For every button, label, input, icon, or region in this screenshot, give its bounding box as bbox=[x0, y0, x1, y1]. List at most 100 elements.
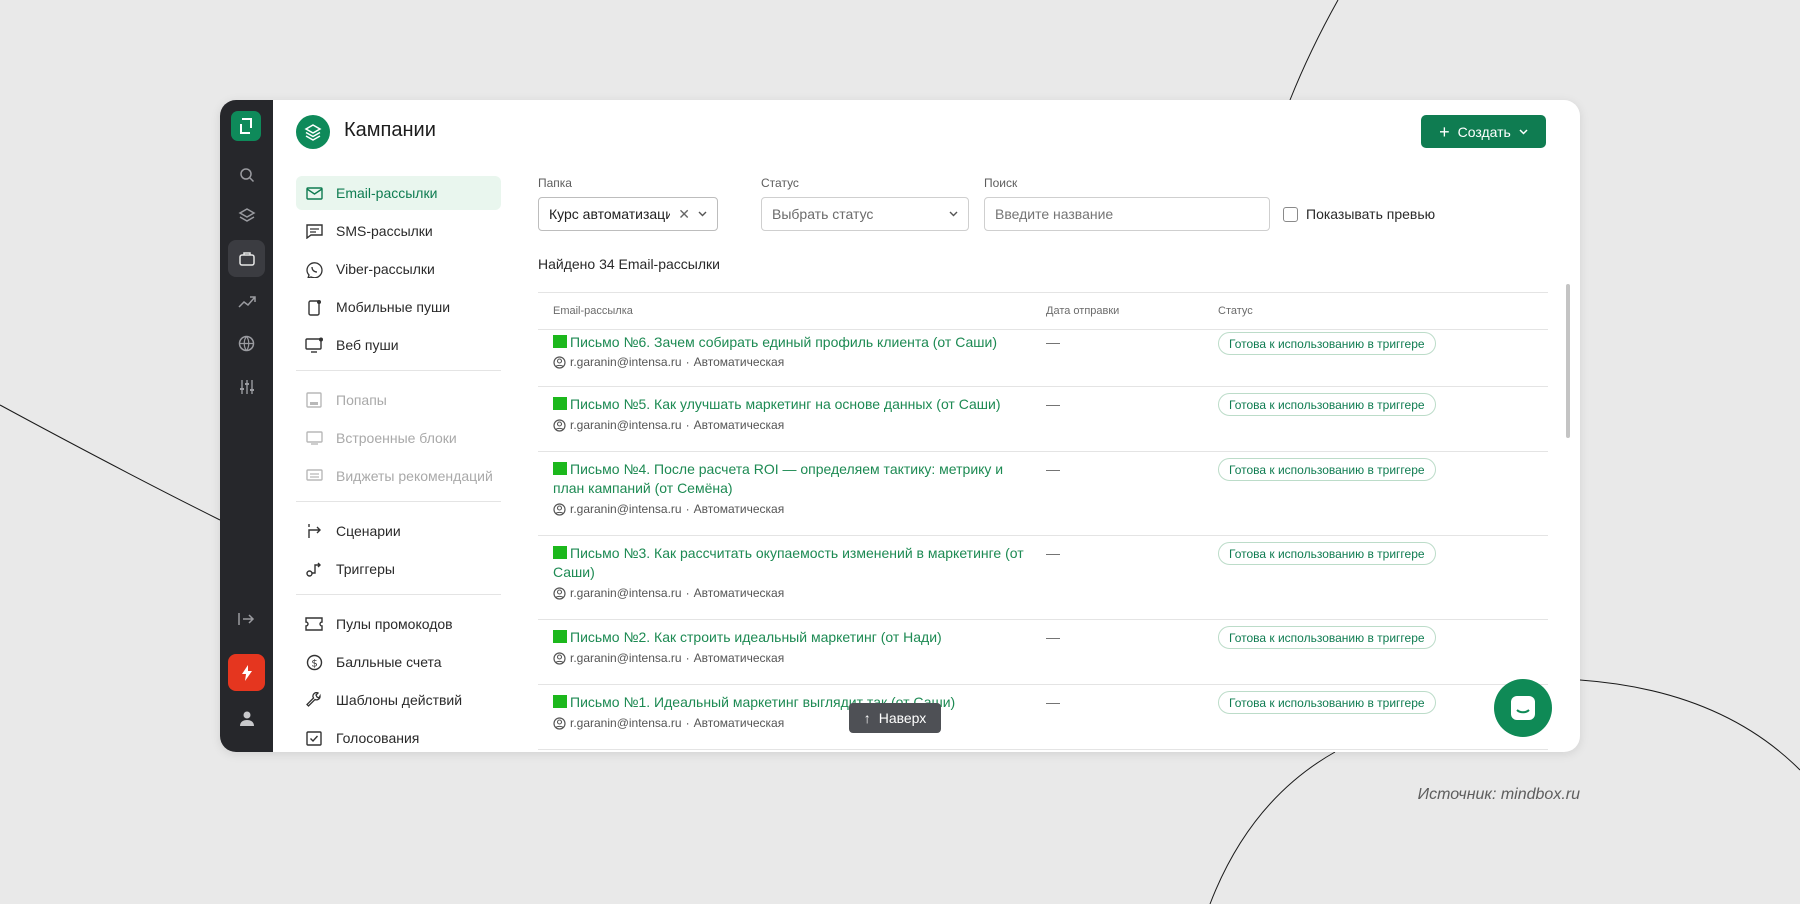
table-row[interactable]: Письмо №4. После расчета ROI — определяе… bbox=[538, 452, 1548, 536]
table-row[interactable]: Письмо №6. Зачем собирать единый профиль… bbox=[538, 330, 1548, 387]
plus-icon: + bbox=[1439, 121, 1450, 142]
nav-item-email[interactable]: Email-рассылки bbox=[296, 176, 501, 210]
page-title: Кампании bbox=[344, 119, 436, 141]
layers-icon[interactable] bbox=[228, 197, 265, 234]
popup-icon bbox=[304, 390, 324, 410]
email-title-link[interactable]: Письмо №2. Как строить идеальный маркети… bbox=[553, 628, 1033, 647]
nav-item-point-accounts[interactable]: $ Балльные счета bbox=[296, 645, 501, 679]
email-meta: r.garanin@intensa.ru · Автоматическая bbox=[553, 502, 784, 516]
email-title-link[interactable]: Письмо №5. Как улучшать маркетинг на осн… bbox=[553, 395, 1033, 414]
nav-divider bbox=[296, 594, 501, 595]
chevron-down-icon bbox=[1519, 128, 1528, 135]
nav-item-label: Попапы bbox=[336, 392, 387, 408]
search-icon[interactable] bbox=[228, 156, 265, 193]
nav-item-scenarios[interactable]: Сценарии bbox=[296, 514, 501, 548]
status-badge: Готова к использованию в триггере bbox=[1218, 332, 1436, 355]
email-type: Автоматическая bbox=[693, 716, 785, 730]
chat-button[interactable] bbox=[1494, 679, 1552, 737]
column-header-email: Email-рассылка bbox=[553, 305, 633, 317]
email-author: r.garanin@intensa.ru bbox=[570, 418, 682, 432]
folder-select-value: Курс автоматизаци... bbox=[549, 206, 671, 222]
column-header-date: Дата отправки bbox=[1046, 305, 1120, 317]
campaigns-badge-icon bbox=[296, 115, 330, 149]
nav-item-label: Мобильные пуши bbox=[336, 299, 451, 315]
email-type: Автоматическая bbox=[693, 502, 785, 516]
status-square-icon bbox=[553, 630, 567, 643]
nav-item-mobile-push[interactable]: Мобильные пуши bbox=[296, 290, 501, 324]
nav-item-promo-pools[interactable]: Пулы промокодов bbox=[296, 607, 501, 641]
nav-item-label: Веб пуши bbox=[336, 337, 399, 353]
user-circle-icon bbox=[553, 586, 566, 600]
app-logo[interactable] bbox=[231, 111, 261, 141]
svg-text:$: $ bbox=[311, 658, 317, 669]
send-date: — bbox=[1046, 629, 1060, 645]
email-title: Письмо №4. После расчета ROI — определяе… bbox=[553, 461, 1004, 496]
send-date: — bbox=[1046, 396, 1060, 412]
nav-item-action-templates[interactable]: Шаблоны действий bbox=[296, 683, 501, 717]
nav-item-web-push[interactable]: Веб пуши bbox=[296, 328, 501, 362]
meta-separator: · bbox=[685, 418, 690, 432]
back-to-top-button[interactable]: ↑ Наверх bbox=[849, 703, 941, 733]
table-row[interactable]: Письмо №5. Как улучшать маркетинг на осн… bbox=[538, 387, 1548, 452]
nav-item-label: Шаблоны действий bbox=[336, 692, 463, 708]
status-select[interactable]: Выбрать статус bbox=[761, 197, 969, 231]
email-title-link[interactable]: Письмо №4. После расчета ROI — определяе… bbox=[553, 460, 1033, 498]
nav-item-label: Виджеты рекомендаций bbox=[336, 468, 493, 484]
column-header-status: Статус bbox=[1218, 305, 1253, 317]
email-title-link[interactable]: Письмо №3. Как рассчитать окупаемость из… bbox=[553, 544, 1033, 582]
briefcase-icon[interactable] bbox=[228, 240, 265, 277]
bolt-icon[interactable] bbox=[228, 654, 265, 691]
meta-separator: · bbox=[685, 586, 690, 600]
preview-checkbox[interactable] bbox=[1283, 207, 1298, 222]
nav-item-label: Сценарии bbox=[336, 523, 401, 539]
trend-icon[interactable] bbox=[228, 283, 265, 320]
source-caption: Источник: mindbox.ru bbox=[1417, 786, 1580, 803]
email-title-link[interactable]: Письмо №1. Идеальный маркетинг выглядит … bbox=[553, 693, 1033, 712]
search-input[interactable] bbox=[984, 197, 1270, 231]
email-title-link[interactable]: Письмо №6. Зачем собирать единый профиль… bbox=[553, 333, 1033, 352]
user-icon[interactable] bbox=[228, 699, 265, 736]
nav-item-votes[interactable]: Голосования bbox=[296, 721, 501, 752]
folder-select[interactable]: Курс автоматизаци... ✕ bbox=[538, 197, 718, 231]
embedded-icon bbox=[304, 428, 324, 448]
nav-item-sms[interactable]: SMS-рассылки bbox=[296, 214, 501, 248]
table-row[interactable]: Письмо №2. Как строить идеальный маркети… bbox=[538, 620, 1548, 685]
email-meta: r.garanin@intensa.ru · Автоматическая bbox=[553, 716, 784, 730]
create-button-label: Создать bbox=[1457, 123, 1511, 140]
nav-item-popups: Попапы bbox=[296, 383, 501, 417]
email-author: r.garanin@intensa.ru bbox=[570, 355, 682, 369]
status-badge: Готова к использованию в триггере bbox=[1218, 691, 1436, 714]
email-author: r.garanin@intensa.ru bbox=[570, 651, 682, 665]
status-square-icon bbox=[553, 462, 567, 475]
email-type: Автоматическая bbox=[693, 355, 785, 369]
section-nav: Email-рассылки SMS-рассылки Viber-рассыл… bbox=[296, 176, 501, 752]
scrollbar[interactable] bbox=[1566, 284, 1570, 438]
email-title: Письмо №3. Как рассчитать окупаемость из… bbox=[553, 545, 1024, 580]
clear-icon[interactable]: ✕ bbox=[678, 206, 690, 223]
email-author: r.garanin@intensa.ru bbox=[570, 716, 682, 730]
nav-divider bbox=[296, 370, 501, 371]
sliders-icon[interactable] bbox=[228, 368, 265, 405]
nav-item-triggers[interactable]: Триггеры bbox=[296, 552, 501, 586]
nav-item-label: Триггеры bbox=[336, 561, 395, 577]
status-badge: Готова к использованию в триггере bbox=[1218, 393, 1436, 416]
email-title: Письмо №2. Как строить идеальный маркети… bbox=[570, 629, 942, 645]
email-title: Письмо №6. Зачем собирать единый профиль… bbox=[570, 334, 997, 350]
folder-label: Папка bbox=[538, 176, 572, 190]
nav-item-viber[interactable]: Viber-рассылки bbox=[296, 252, 501, 286]
create-button[interactable]: + Создать bbox=[1421, 115, 1546, 148]
vote-icon bbox=[304, 728, 324, 748]
globe-icon[interactable] bbox=[228, 325, 265, 362]
sms-icon bbox=[304, 221, 324, 241]
arrow-up-icon: ↑ bbox=[863, 710, 871, 726]
viber-icon bbox=[304, 259, 324, 279]
table-row[interactable]: Письмо №1. Идеальный маркетинг выглядит … bbox=[538, 685, 1548, 750]
status-label: Статус bbox=[761, 176, 799, 190]
email-meta: r.garanin@intensa.ru · Автоматическая bbox=[553, 586, 784, 600]
user-circle-icon bbox=[553, 651, 566, 665]
status-square-icon bbox=[553, 695, 567, 708]
meta-separator: · bbox=[685, 651, 690, 665]
logout-icon[interactable] bbox=[228, 600, 265, 637]
table-row[interactable]: Письмо №3. Как рассчитать окупаемость из… bbox=[538, 536, 1548, 620]
email-author: r.garanin@intensa.ru bbox=[570, 586, 682, 600]
